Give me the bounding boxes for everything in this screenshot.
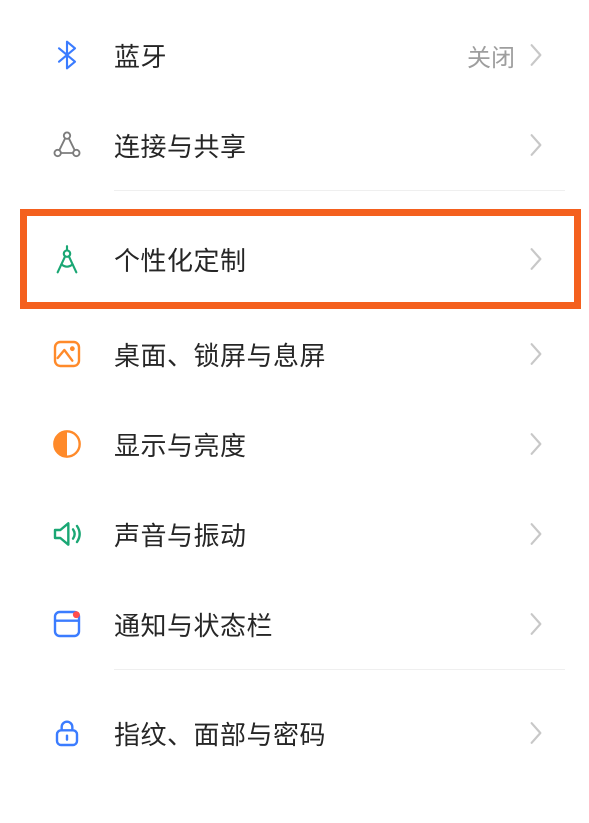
notification-panel-icon <box>48 608 86 640</box>
row-label: 桌面、锁屏与息屏 <box>114 336 529 373</box>
chevron-right-icon <box>529 721 545 745</box>
settings-list: 蓝牙 关闭 连接与共享 <box>0 0 589 778</box>
row-bluetooth[interactable]: 蓝牙 关闭 <box>0 10 589 100</box>
chevron-right-icon <box>529 247 545 271</box>
share-nodes-icon <box>48 129 86 161</box>
spacer <box>0 191 589 209</box>
row-label: 通知与状态栏 <box>114 606 529 643</box>
row-desktop-lock[interactable]: 桌面、锁屏与息屏 <box>0 309 589 399</box>
speaker-icon <box>48 518 86 550</box>
chevron-right-icon <box>529 342 545 366</box>
spacer <box>0 670 589 688</box>
compass-draft-icon <box>48 243 86 275</box>
row-label: 声音与振动 <box>114 516 529 553</box>
row-value: 关闭 <box>467 38 515 73</box>
chevron-right-icon <box>529 43 545 67</box>
row-connect-share[interactable]: 连接与共享 <box>0 100 589 190</box>
wallpaper-icon <box>48 338 86 370</box>
chevron-right-icon <box>529 432 545 456</box>
row-sound[interactable]: 声音与振动 <box>0 489 589 579</box>
row-notifications[interactable]: 通知与状态栏 <box>0 579 589 669</box>
row-label: 指纹、面部与密码 <box>114 715 529 752</box>
row-label: 连接与共享 <box>114 127 529 164</box>
chevron-right-icon <box>529 133 545 157</box>
row-display[interactable]: 显示与亮度 <box>0 399 589 489</box>
bluetooth-icon <box>48 39 86 71</box>
row-label: 个性化定制 <box>114 241 529 278</box>
chevron-right-icon <box>529 522 545 546</box>
half-circle-icon <box>48 428 86 460</box>
row-label: 显示与亮度 <box>114 426 529 463</box>
row-biometrics[interactable]: 指纹、面部与密码 <box>0 688 589 778</box>
row-label: 蓝牙 <box>114 37 467 74</box>
lock-icon <box>48 717 86 749</box>
chevron-right-icon <box>529 612 545 636</box>
row-personalization[interactable]: 个性化定制 <box>0 209 589 309</box>
